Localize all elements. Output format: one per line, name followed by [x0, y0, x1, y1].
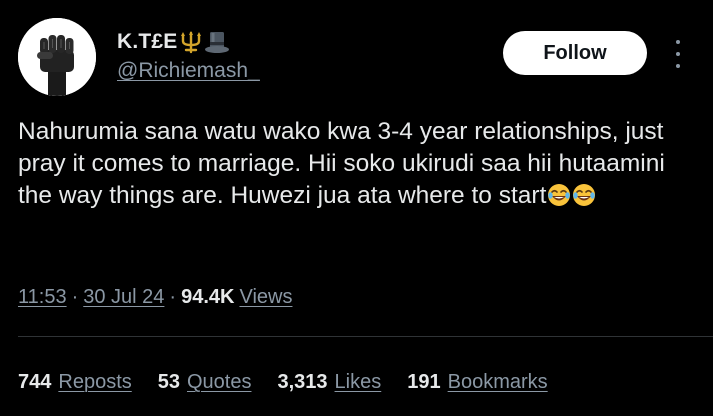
avatar[interactable]	[18, 18, 96, 96]
meta-separator: ·	[169, 286, 177, 308]
laughing-tears-emoji	[547, 183, 571, 216]
display-name-row[interactable]: K.T£E	[117, 30, 260, 54]
more-dot	[676, 64, 680, 68]
quotes-count: 53	[157, 371, 180, 393]
tweet-time[interactable]: 11:53	[18, 286, 67, 309]
author-identity: K.T£E @Richiemash_	[117, 30, 260, 83]
divider	[18, 336, 713, 337]
stat-quotes[interactable]: 53 Quotes	[158, 371, 252, 394]
meta-separator: ·	[71, 286, 79, 308]
more-dot	[676, 40, 680, 44]
likes-count: 3,313	[277, 371, 328, 393]
trident-emoji	[180, 30, 202, 54]
tweet-card: K.T£E @Richiemash_ Follow Nahurumia sana…	[0, 0, 713, 416]
tweet-date[interactable]: 30 Jul 24	[83, 286, 164, 309]
stat-reposts[interactable]: 744 Reposts	[18, 371, 132, 394]
bookmarks-count: 191	[407, 371, 441, 393]
reposts-label[interactable]: Reposts	[58, 371, 131, 394]
views-label[interactable]: Views	[239, 286, 292, 309]
likes-label[interactable]: Likes	[335, 371, 382, 394]
author-handle[interactable]: @Richiemash_	[117, 59, 260, 83]
more-vertical-icon[interactable]	[670, 40, 686, 68]
follow-button[interactable]: Follow	[503, 31, 647, 75]
raised-fist-image	[18, 18, 96, 96]
engagement-stats: 744 Reposts 53 Quotes 3,313 Likes 191 Bo…	[18, 371, 574, 394]
laughing-tears-emoji	[572, 183, 596, 216]
top-hat-emoji	[204, 30, 230, 54]
tweet-text: Nahurumia sana watu wako kwa 3-4 year re…	[18, 116, 698, 216]
stat-bookmarks[interactable]: 191 Bookmarks	[407, 371, 547, 394]
display-name[interactable]: K.T£E	[117, 30, 178, 54]
tweet-meta: 11:53 · 30 Jul 24 · 94.4K Views	[18, 286, 292, 309]
reposts-count: 744	[18, 371, 52, 393]
views-count: 94.4K	[181, 286, 235, 308]
stat-likes[interactable]: 3,313 Likes	[277, 371, 381, 394]
quotes-label[interactable]: Quotes	[187, 371, 251, 394]
bookmarks-label[interactable]: Bookmarks	[448, 371, 548, 394]
more-dot	[676, 52, 680, 56]
